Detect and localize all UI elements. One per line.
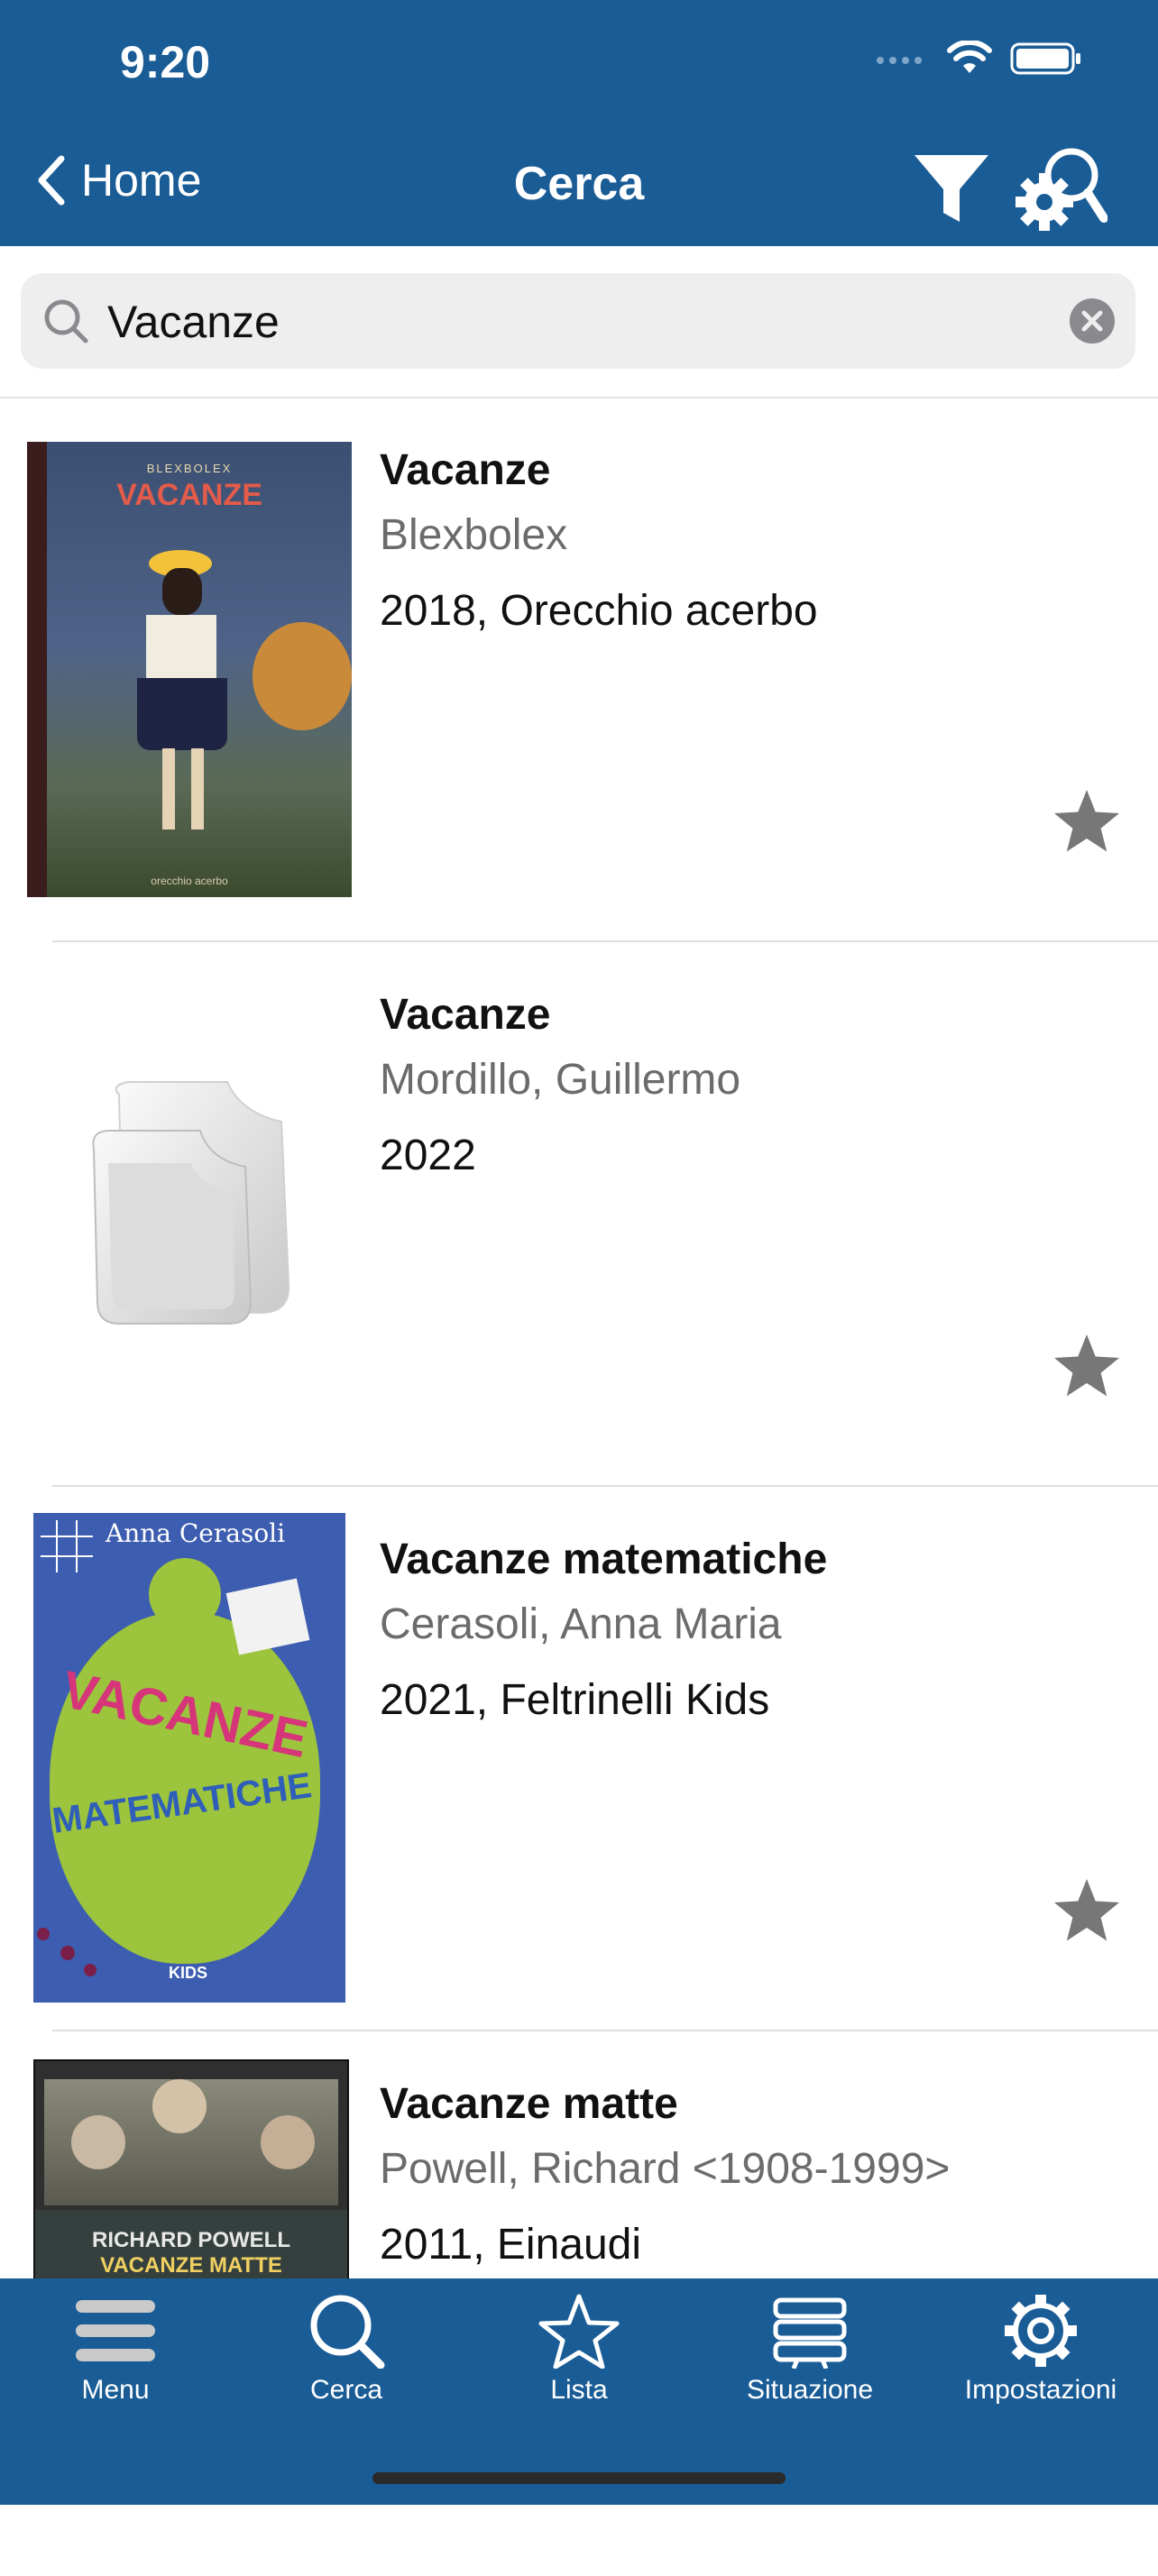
result-publication: 2011, Einaudi (380, 2221, 642, 2269)
search-input[interactable]: Vacanze (107, 296, 280, 348)
status-time: 9:20 (120, 37, 211, 87)
cover-title: VACANZE (116, 478, 262, 512)
search-icon (310, 2295, 385, 2370)
filter-icon[interactable] (913, 153, 990, 224)
star-icon (538, 2294, 620, 2370)
menu-icon (76, 2300, 155, 2361)
result-author: Cerasoli, Anna Maria (380, 1600, 782, 1648)
cover-top-text: BLEXBOLEX (146, 462, 233, 475)
tab-situazione[interactable]: Situazione (694, 2293, 925, 2406)
cover-author: RICHARD POWELL (92, 2228, 290, 2252)
result-item[interactable]: Vacanze Mordillo, Guillermo 2022 (0, 943, 1158, 1487)
favorite-star-icon[interactable] (1052, 788, 1122, 857)
cover-title: VACANZE MATTE (100, 2253, 282, 2278)
cover-publisher: KIDS (169, 1964, 208, 1982)
tab-lista[interactable]: Lista (464, 2293, 694, 2406)
book-cover: RICHARD POWELL VACANZE MATTE (33, 2059, 349, 2297)
signal-icon (877, 57, 922, 64)
book-cover: Anna Cerasoli VACANZE MATEMATICHE KIDS (33, 1513, 345, 2003)
tab-label: Menu (81, 2375, 150, 2405)
favorite-star-icon[interactable] (1052, 1333, 1122, 1401)
result-title: Vacanze matematiche (380, 1536, 828, 1583)
result-author: Powell, Richard <1908-1999> (380, 2145, 951, 2193)
divider (52, 1485, 1158, 1487)
tab-label: Impostazioni (964, 2375, 1117, 2405)
result-item[interactable]: Anna Cerasoli VACANZE MATEMATICHE KIDS V… (0, 1488, 1158, 2031)
tic-tac-toe-icon (41, 1520, 93, 1572)
clear-search-icon[interactable] (1069, 298, 1116, 344)
tab-label: Situazione (746, 2375, 874, 2405)
result-author: Blexbolex (380, 511, 568, 559)
status-icons (875, 41, 1082, 77)
result-title: Vacanze (380, 446, 551, 494)
result-author: Mordillo, Guillermo (380, 1056, 741, 1104)
divider (52, 2030, 1158, 2031)
books-icon (773, 2297, 847, 2370)
cover-author: Anna Cerasoli (106, 1518, 286, 1548)
advanced-search-icon[interactable] (1014, 142, 1107, 236)
tab-label: Cerca (309, 2375, 383, 2405)
divider (52, 940, 1158, 942)
tab-menu[interactable]: Menu (0, 2293, 231, 2406)
result-publication: 2018, Orecchio acerbo (380, 587, 818, 635)
result-title: Vacanze matte (380, 2080, 678, 2128)
battery-icon (1010, 42, 1080, 75)
book-cover: BLEXBOLEX VACANZE orecchio acerbo (27, 442, 352, 897)
search-icon (44, 299, 88, 344)
favorite-star-icon[interactable] (1052, 1877, 1122, 1946)
gear-icon (1005, 2295, 1077, 2367)
cover-bottom-text: orecchio acerbo (151, 875, 228, 887)
home-indicator (372, 2472, 786, 2484)
result-publication: 2022 (380, 1132, 476, 1179)
result-item[interactable]: BLEXBOLEX VACANZE orecchio acerbo Vacanz… (0, 399, 1158, 942)
placeholder-cover-icon (92, 1081, 290, 1325)
tab-label: Lista (550, 2375, 608, 2405)
header: 9:20 Home Cerca (0, 0, 1158, 246)
wifi-icon (947, 41, 992, 73)
tab-impostazioni[interactable]: Impostazioni (925, 2293, 1156, 2406)
tab-bar: Menu Cerca Lista Situazione Impostazioni (0, 2278, 1158, 2505)
tab-cerca[interactable]: Cerca (231, 2293, 462, 2406)
result-publication: 2021, Feltrinelli Kids (380, 1676, 770, 1724)
result-title: Vacanze (380, 991, 551, 1039)
search-bar[interactable]: Vacanze (21, 273, 1135, 369)
